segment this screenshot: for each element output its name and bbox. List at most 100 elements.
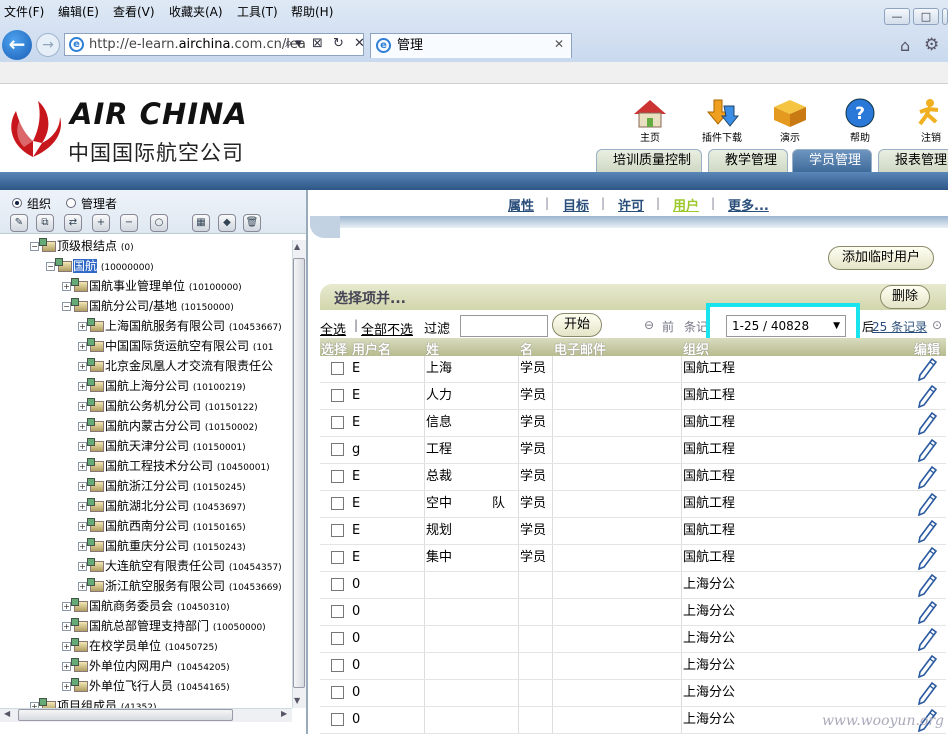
- edit-pencil-icon[interactable]: [916, 681, 938, 705]
- tree-node[interactable]: − 国航分公司/基地 (10150000): [62, 296, 234, 316]
- next-page-icon[interactable]: ⊙: [932, 318, 942, 332]
- tree-node-label[interactable]: 国航分公司/基地: [89, 299, 177, 313]
- row-checkbox[interactable]: [331, 659, 344, 672]
- row-checkbox[interactable]: [331, 362, 344, 375]
- menu-file[interactable]: 文件(F): [4, 3, 44, 20]
- tree-node[interactable]: − 国航 (10000000): [46, 256, 154, 276]
- radio-administrator[interactable]: [66, 198, 76, 208]
- menu-view[interactable]: 查看(V): [113, 3, 155, 20]
- download-icon[interactable]: [700, 98, 744, 128]
- edit-pencil-icon[interactable]: [916, 438, 938, 462]
- tab-users[interactable]: 用户: [673, 195, 699, 214]
- edit-pencil-icon[interactable]: [916, 357, 938, 381]
- tree-node[interactable]: + 上海国航服务有限公司 (10453667): [78, 316, 282, 336]
- edit-pencil-icon[interactable]: [916, 573, 938, 597]
- forward-arrow-icon[interactable]: →: [36, 33, 60, 57]
- edit-pencil-icon[interactable]: [916, 465, 938, 489]
- browser-home-icon[interactable]: ⌂: [900, 36, 910, 55]
- select-all-link[interactable]: 全选: [320, 319, 346, 338]
- row-checkbox[interactable]: [331, 605, 344, 618]
- cell-username[interactable]: 0: [352, 599, 360, 625]
- tree-node[interactable]: − 顶级根结点 (0): [30, 236, 134, 256]
- delete-button[interactable]: 删除: [880, 285, 930, 309]
- cell-username[interactable]: E: [352, 545, 360, 571]
- cell-username[interactable]: g: [352, 437, 360, 463]
- row-checkbox[interactable]: [331, 686, 344, 699]
- menu-edit[interactable]: 编辑(E): [58, 3, 99, 20]
- row-checkbox[interactable]: [331, 416, 344, 429]
- row-checkbox[interactable]: [331, 470, 344, 483]
- cell-username[interactable]: 0: [352, 707, 360, 733]
- edit-pencil-icon[interactable]: [916, 411, 938, 435]
- tab-report-mgmt[interactable]: 报表管理: [878, 149, 948, 172]
- tree-toggle-icon[interactable]: +: [62, 282, 71, 291]
- page-range-select[interactable]: 1-25 / 40828 ▼: [726, 315, 846, 337]
- edit-pencil-icon[interactable]: [916, 654, 938, 678]
- row-checkbox[interactable]: [331, 443, 344, 456]
- tools-icon[interactable]: ✎: [10, 214, 28, 232]
- tab-goals[interactable]: 目标: [563, 195, 589, 214]
- tab-training-quality[interactable]: 培训质量控制: [596, 149, 703, 172]
- radio-organization[interactable]: [12, 198, 22, 208]
- tree-node[interactable]: + 中国国际货运航空有限公司 (101: [78, 336, 274, 356]
- row-checkbox[interactable]: [331, 713, 344, 726]
- cell-username[interactable]: 0: [352, 680, 360, 706]
- edit-pencil-icon[interactable]: [916, 600, 938, 624]
- prev-page-label[interactable]: 前: [662, 318, 674, 335]
- cell-username[interactable]: E: [352, 356, 360, 382]
- tree-node-label[interactable]: 顶级根结点: [57, 239, 117, 253]
- cell-username[interactable]: E: [352, 410, 360, 436]
- row-checkbox[interactable]: [331, 632, 344, 645]
- zoom-out-icon[interactable]: −: [120, 214, 138, 232]
- tab-more[interactable]: 更多...: [728, 195, 769, 214]
- tree-node-label[interactable]: 国航: [73, 259, 98, 273]
- start-button[interactable]: 开始: [552, 313, 602, 337]
- help-icon[interactable]: ?: [838, 98, 882, 128]
- logout-icon[interactable]: [908, 98, 948, 128]
- row-checkbox[interactable]: [331, 524, 344, 537]
- tree-node-label[interactable]: 国航事业管理单位: [89, 279, 185, 293]
- tab-properties[interactable]: 属性: [508, 195, 534, 214]
- tree-toggle-icon[interactable]: −: [46, 262, 55, 271]
- cell-username[interactable]: 0: [352, 626, 360, 652]
- zoom-in-icon[interactable]: +: [92, 214, 110, 232]
- filter-input[interactable]: [460, 315, 548, 337]
- home-label[interactable]: 主页: [625, 129, 675, 144]
- edit-pencil-icon[interactable]: [916, 519, 938, 543]
- edit-pencil-icon[interactable]: [916, 384, 938, 408]
- download-label[interactable]: 插件下载: [697, 129, 747, 144]
- edit-pencil-icon[interactable]: [916, 492, 938, 516]
- tab-student-mgmt[interactable]: 学员管理: [792, 149, 873, 172]
- cell-username[interactable]: E: [352, 464, 360, 490]
- tree-toggle-icon[interactable]: +: [78, 322, 87, 331]
- copy-node-icon[interactable]: ⧉: [36, 214, 54, 232]
- cell-username[interactable]: 0: [352, 572, 360, 598]
- search-icon[interactable]: ○: [150, 214, 168, 232]
- edit-pencil-icon[interactable]: [916, 546, 938, 570]
- address-bar-icons[interactable]: ⌕▾ ⊠ ↻ ✕: [285, 36, 368, 51]
- tree-toggle-icon[interactable]: +: [78, 342, 87, 351]
- menu-favorites[interactable]: 收藏夹(A): [169, 3, 223, 20]
- org-add-icon[interactable]: ▦: [192, 214, 210, 232]
- cell-username[interactable]: 0: [352, 653, 360, 679]
- move-node-icon[interactable]: ⇄: [64, 214, 82, 232]
- menu-tools[interactable]: 工具(T): [237, 3, 278, 20]
- scroll-up-icon[interactable]: ▲: [294, 242, 300, 251]
- home-icon[interactable]: [628, 98, 672, 128]
- tree-node-label[interactable]: 上海国航服务有限公司: [105, 319, 225, 333]
- add-temp-user-button[interactable]: 添加临时用户: [828, 246, 934, 270]
- row-checkbox[interactable]: [331, 551, 344, 564]
- tree-toggle-icon[interactable]: −: [30, 242, 39, 251]
- trash-icon[interactable]: 🗑: [243, 214, 261, 232]
- next-page-link[interactable]: 25 条记录: [872, 318, 927, 335]
- help-label[interactable]: 帮助: [835, 129, 885, 144]
- menu-help[interactable]: 帮助(H): [291, 3, 333, 20]
- row-checkbox[interactable]: [331, 497, 344, 510]
- tree-node-label[interactable]: 中国国际货运航空有限公司: [105, 339, 249, 353]
- edit-pencil-icon[interactable]: [916, 627, 938, 651]
- back-arrow-icon[interactable]: ←: [2, 30, 32, 60]
- cell-username[interactable]: E: [352, 518, 360, 544]
- maximize-button[interactable]: □: [913, 8, 939, 25]
- tab-permissions[interactable]: 许可: [618, 195, 644, 214]
- demo-label[interactable]: 演示: [765, 129, 815, 144]
